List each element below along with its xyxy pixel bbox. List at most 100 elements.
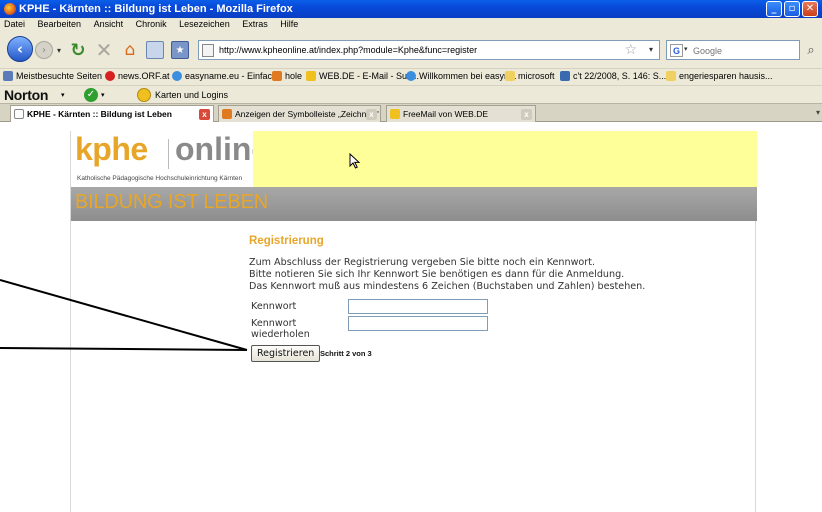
tab-zeichnen[interactable]: Anzeigen der Symbolleiste „Zeichnen" - .… <box>218 105 381 122</box>
bookmark-label: microsoft <box>518 71 555 81</box>
menu-ansicht[interactable]: Ansicht <box>94 18 124 29</box>
password-repeat-input[interactable] <box>348 316 488 331</box>
close-tab-icon[interactable]: x <box>521 109 532 120</box>
password-repeat-label-line1: Kennwort <box>251 318 297 329</box>
mouse-cursor-icon <box>349 153 361 169</box>
tab-label: FreeMail von WEB.DE <box>403 109 489 119</box>
form-instructions: Zum Abschluss der Registrierung vergeben… <box>249 257 645 293</box>
password-input[interactable] <box>348 299 488 314</box>
close-tab-icon[interactable]: x <box>366 109 377 120</box>
register-button[interactable]: Registrieren <box>251 345 321 362</box>
url-bar[interactable]: http://www.kpheonline.at/index.php?modul… <box>198 40 660 60</box>
tab-kphe[interactable]: KPHE - Kärnten :: Bildung ist Leben x <box>10 105 214 123</box>
bookmark-label: Meistbesuchte Seiten <box>16 71 103 81</box>
webde-icon <box>390 109 400 119</box>
cards-logins-menu[interactable]: Karten und Logins <box>155 90 228 100</box>
window-title-bar: KPHE - Kärnten :: Bildung ist Leben - Mo… <box>0 0 822 18</box>
bookmarks-toolbar: Meistbesuchte Seiten news.ORF.at easynam… <box>0 68 822 85</box>
search-input[interactable] <box>693 43 793 58</box>
tab-webde[interactable]: FreeMail von WEB.DE x <box>386 105 536 122</box>
reload-icon[interactable]: ↻ <box>68 40 88 61</box>
password-repeat-label-line2: wiederholen <box>251 329 310 340</box>
bookmark-label: hole <box>285 71 303 81</box>
firefox-icon <box>4 3 16 15</box>
folder-icon <box>666 71 676 81</box>
url-dropdown-icon[interactable]: ▾ <box>649 45 653 54</box>
bookmark-item[interactable]: c't 22/2008, S. 146: S... <box>560 71 666 81</box>
tab-list-dropdown-icon[interactable]: ▾ <box>816 108 820 117</box>
bookmark-label: engeriesparen hausis... <box>679 71 773 81</box>
minimize-button[interactable]: _ <box>766 1 782 17</box>
history-dropdown-icon[interactable]: ▾ <box>55 44 63 56</box>
norton-menu[interactable]: Norton <box>4 87 48 103</box>
orf-icon <box>105 71 115 81</box>
tab-label: KPHE - Kärnten :: Bildung ist Leben <box>27 109 172 119</box>
bookmark-item[interactable]: Meistbesuchte Seiten <box>3 71 102 81</box>
logo-kphe: kphe <box>75 131 148 167</box>
norton-toolbar: Norton ▾ ✓ ▾ Karten und Logins <box>0 85 822 103</box>
menu-bearbeiten[interactable]: Bearbeiten <box>38 18 82 29</box>
menu-hilfe[interactable]: Hilfe <box>280 18 298 29</box>
menu-bar: Datei Bearbeiten Ansicht Chronik Lesezei… <box>0 18 822 32</box>
bookmark-label: easyname.eu - Einfac... <box>185 71 280 81</box>
bookmark-label: WEB.DE - E-Mail - Suc... <box>319 71 420 81</box>
folder-icon <box>505 71 515 81</box>
url-text[interactable]: http://www.kpheonline.at/index.php?modul… <box>219 45 477 55</box>
tab-label: Anzeigen der Symbolleiste „Zeichnen" - .… <box>235 109 381 119</box>
bookmark-item[interactable]: news.ORF.at <box>105 71 170 81</box>
menu-lesezeichen[interactable]: Lesezeichen <box>179 18 230 29</box>
back-arrow-icon: ‹ <box>16 40 24 58</box>
most-visited-icon <box>3 71 13 81</box>
motto-bar: BILDUNG IST LEBEN <box>71 187 757 221</box>
google-icon[interactable]: G <box>670 44 683 57</box>
print-icon[interactable] <box>146 41 164 59</box>
stop-icon[interactable]: ✕ <box>94 38 114 62</box>
maximize-button[interactable]: ▫ <box>784 1 800 17</box>
site-logo[interactable]: kphe online Katholische Pädagogische Hoc… <box>71 131 269 187</box>
bookmark-item[interactable]: Willkommen bei easyn... <box>406 71 517 81</box>
logo-separator <box>168 139 169 169</box>
menu-datei[interactable]: Datei <box>4 18 25 29</box>
logo-subtitle: Katholische Pädagogische Hochschuleinric… <box>77 175 243 182</box>
tab-bar: KPHE - Kärnten :: Bildung ist Leben x An… <box>0 103 822 123</box>
bookmark-star-icon[interactable]: ☆ <box>624 42 637 58</box>
password-repeat-label: Kennwort wiederholen <box>251 318 310 340</box>
back-button[interactable]: ‹ <box>7 36 33 62</box>
instruction-line: Das Kennwort muß aus mindestens 6 Zeiche… <box>249 281 646 292</box>
bookmark-label: Willkommen bei easyn... <box>419 71 517 81</box>
ct-icon <box>560 71 570 81</box>
bookmark-item[interactable]: easyname.eu - Einfac... <box>172 71 280 81</box>
home-icon[interactable]: ⌂ <box>120 40 140 60</box>
bookmark-item[interactable]: hole <box>272 71 302 81</box>
page-content: kphe online Katholische Pädagogische Hoc… <box>0 122 822 512</box>
office-icon <box>222 109 232 119</box>
instruction-line: Zum Abschluss der Registrierung vergeben… <box>249 257 596 268</box>
bookmark-item[interactable]: WEB.DE - E-Mail - Suc... <box>306 71 419 81</box>
close-button[interactable]: ✕ <box>802 1 818 17</box>
bookmark-item[interactable]: engeriesparen hausis... <box>666 71 773 81</box>
hole-icon <box>272 71 282 81</box>
ie-icon <box>406 71 416 81</box>
window-title: KPHE - Kärnten :: Bildung ist Leben - Mo… <box>19 3 293 15</box>
webde-icon <box>306 71 316 81</box>
norton-check-dropdown-icon[interactable]: ▾ <box>101 91 105 99</box>
bookmark-item[interactable]: microsoft <box>505 71 555 81</box>
close-tab-icon[interactable]: x <box>199 109 210 120</box>
menu-chronik[interactable]: Chronik <box>136 18 167 29</box>
identity-cards-icon <box>137 88 151 102</box>
norton-check-icon[interactable]: ✓ <box>84 88 98 102</box>
form-title: Registrierung <box>249 235 324 247</box>
forward-button[interactable]: › <box>35 41 53 59</box>
search-engine-dropdown-icon[interactable]: ▾ <box>684 45 688 53</box>
bookmark-label: news.ORF.at <box>118 71 170 81</box>
search-magnifier-icon[interactable]: ⌕ <box>803 41 819 59</box>
instruction-line: Bitte notieren Sie sich Ihr Kennwort Sie… <box>249 269 625 280</box>
norton-dropdown-icon[interactable]: ▾ <box>61 91 65 99</box>
bookmark-label: c't 22/2008, S. 146: S... <box>573 71 667 81</box>
navigation-toolbar: ‹ › ▾ ↻ ✕ ⌂ ★ http://www.kpheonline.at/i… <box>0 32 822 68</box>
search-bar[interactable]: G ▾ <box>666 40 800 60</box>
bookmark-toolbar-icon[interactable]: ★ <box>171 41 189 59</box>
site-container: kphe online Katholische Pädagogische Hoc… <box>70 131 757 512</box>
menu-extras[interactable]: Extras <box>242 18 268 29</box>
forward-arrow-icon: › <box>42 44 46 56</box>
